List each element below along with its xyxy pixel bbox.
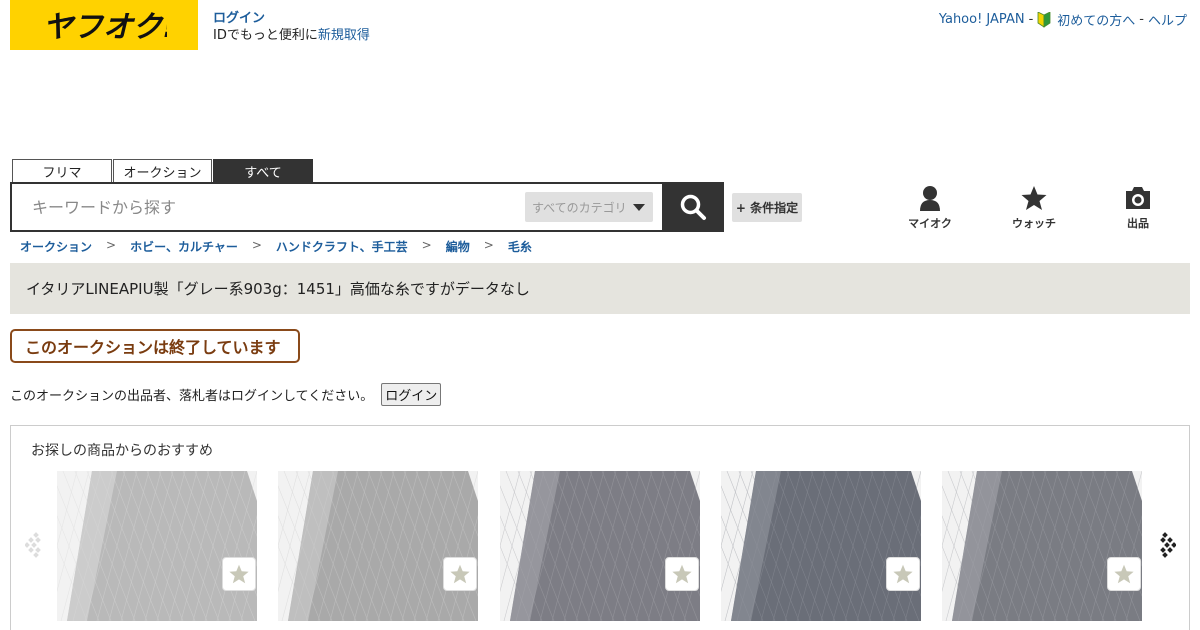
search-input[interactable] [12,187,512,227]
watch-star-button[interactable] [665,557,699,591]
caret-down-icon [632,203,645,211]
login-box: ログイン IDでもっと便利に新規取得 [213,10,370,44]
login-note-text: このオークションの出品者、落札者はログインしてください。 [10,389,374,404]
top-links-separator: - [1028,12,1034,27]
watch-star-button[interactable] [886,557,920,591]
logo-wordmark: ヤフオク! [43,10,167,43]
yarn-cone-image [500,471,700,621]
nav-sell[interactable]: 出品 [1108,185,1168,231]
carousel-next-icon[interactable] [1156,530,1176,560]
condition-filter-button[interactable]: + 条件指定 [732,193,802,222]
yahuoku-logo[interactable]: ヤフオク! [10,0,198,50]
yahoo-japan-link[interactable]: Yahoo! JAPAN [939,12,1025,27]
nav-watch[interactable]: ウォッチ [1004,185,1064,231]
watch-star-button[interactable] [443,557,477,591]
breadcrumb-separator: > [251,238,262,252]
breadcrumb-separator: > [483,238,494,252]
star-outline-icon [1114,564,1134,584]
star-outline-icon [893,564,913,584]
nav-myauction-label: マイオク [908,217,952,230]
yarn-cone-image [278,471,478,621]
help-link[interactable]: ヘルプ [1148,10,1187,29]
recommendation-item[interactable] [500,471,700,621]
yarn-cone-image [57,471,257,621]
breadcrumb-knitting[interactable]: 編物 [446,238,470,255]
beginner-guide-link[interactable]: 初めての方へ [1057,10,1135,29]
recommendation-item[interactable] [57,471,257,621]
user-icon [920,186,940,211]
watch-star-button[interactable] [222,557,256,591]
breadcrumb-separator: > [106,238,117,252]
beginner-mark-icon [1037,11,1051,28]
promo-text: IDでもっと便利に [213,28,318,43]
star-outline-icon [450,564,470,584]
recommendation-item[interactable] [721,471,921,621]
recommendation-item[interactable] [278,471,478,621]
recommendations-panel: お探しの商品からのおすすめ [10,425,1190,630]
carousel-prev-icon[interactable] [25,530,45,560]
recommendation-item[interactable] [942,471,1142,621]
item-title-bar: イタリアLINEAPIU製「グレー系903g：1451」高価な糸ですがデータなし [10,263,1190,314]
signup-link[interactable]: 新規取得 [318,28,370,43]
nav-watch-label: ウォッチ [1012,217,1056,230]
search-bar: すべてのカテゴリ [10,182,724,232]
item-title: イタリアLINEAPIU製「グレー系903g：1451」高価な糸ですがデータなし [26,280,530,298]
category-select[interactable]: すべてのカテゴリ [525,192,653,222]
login-promo: IDでもっと便利に新規取得 [213,27,370,44]
star-outline-icon [672,564,692,584]
star-icon [1021,186,1047,210]
search-icon [680,194,706,220]
tab-flea-market[interactable]: フリマ [12,159,112,183]
search-button[interactable] [662,182,724,232]
category-select-value: すべてのカテゴリ [532,200,627,215]
search-box: すべてのカテゴリ [10,182,662,232]
breadcrumb-auction[interactable]: オークション [20,238,92,255]
auction-ended-banner: このオークションは終了しています [10,329,300,363]
svg-text:ヤフオク!: ヤフオク! [43,10,167,43]
login-link[interactable]: ログイン [213,10,370,27]
camera-icon [1126,187,1150,209]
top-links: Yahoo! JAPAN - 初めての方へ - ヘルプ [939,10,1187,29]
breadcrumb-separator: > [421,238,432,252]
login-button[interactable]: ログイン [381,383,442,406]
search-tabs: フリマ オークション すべて [12,159,314,183]
breadcrumb-hobby[interactable]: ホビー、カルチャー [130,238,238,255]
yarn-cone-image [942,471,1142,621]
nav-myauction[interactable]: マイオク [900,185,960,231]
login-note: このオークションの出品者、落札者はログインしてください。 ログイン [10,383,442,406]
breadcrumb: オークション > ホビー、カルチャー > ハンドクラフト、手工芸 > 編物 > … [20,238,532,255]
nav-sell-label: 出品 [1127,217,1149,230]
breadcrumb-handcraft[interactable]: ハンドクラフト、手工芸 [276,238,408,255]
header-nav: マイオク ウォッチ 出品 [880,185,1190,230]
watch-star-button[interactable] [1107,557,1141,591]
yarn-cone-image [721,471,921,621]
tab-auction[interactable]: オークション [113,159,212,183]
recommendations-title: お探しの商品からのおすすめ [31,443,213,459]
star-outline-icon [229,564,249,584]
tab-all[interactable]: すべて [213,159,313,183]
top-links-separator: - [1139,12,1144,27]
breadcrumb-yarn[interactable]: 毛糸 [508,238,532,255]
